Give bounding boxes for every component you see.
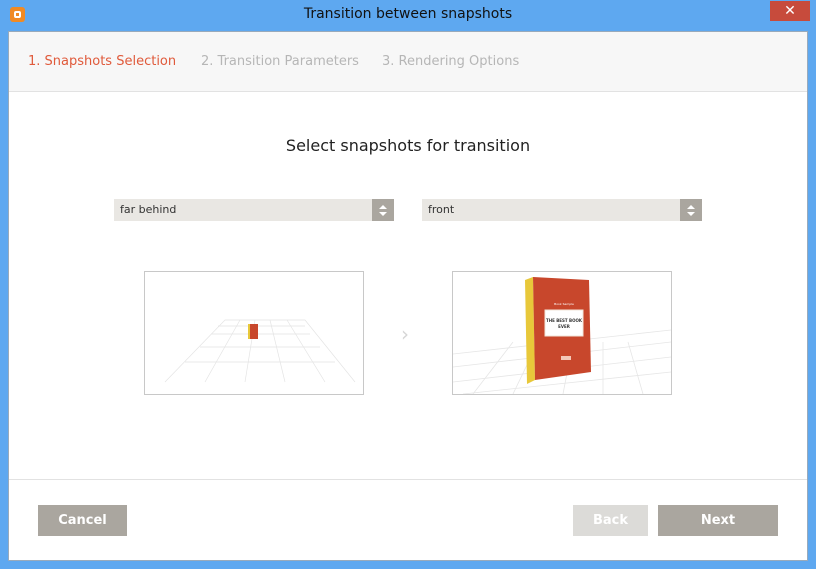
cancel-button[interactable]: Cancel bbox=[38, 505, 127, 536]
title-bar[interactable]: Transition between snapshots ✕ bbox=[0, 0, 816, 31]
step-rendering-options[interactable]: 3. Rendering Options bbox=[382, 54, 519, 69]
back-button[interactable]: Back bbox=[573, 505, 648, 536]
arrow-right-icon: › bbox=[401, 322, 409, 346]
step-transition-parameters[interactable]: 2. Transition Parameters bbox=[201, 54, 359, 69]
from-snapshot-value: far behind bbox=[120, 203, 177, 216]
book-title-line1: THE BEST BOOK bbox=[546, 318, 583, 323]
from-snapshot-preview bbox=[144, 271, 364, 395]
book-title-line2: EVER bbox=[558, 324, 570, 329]
to-snapshot-value: front bbox=[428, 203, 455, 216]
close-button[interactable]: ✕ bbox=[770, 1, 810, 21]
to-snapshot-preview: Book Sample THE BEST BOOK EVER bbox=[452, 271, 672, 395]
select-arrows-icon[interactable] bbox=[372, 199, 394, 221]
wizard-steps: 1. Snapshots Selection 2. Transition Par… bbox=[9, 32, 807, 92]
book-small-text: Book Sample bbox=[554, 302, 574, 306]
to-snapshot-select[interactable]: front bbox=[422, 199, 702, 221]
window-title: Transition between snapshots bbox=[303, 6, 513, 22]
step-snapshots-selection[interactable]: 1. Snapshots Selection bbox=[28, 54, 176, 69]
footer-divider bbox=[9, 479, 807, 480]
next-button[interactable]: Next bbox=[658, 505, 778, 536]
dialog-content: 1. Snapshots Selection 2. Transition Par… bbox=[8, 31, 808, 561]
select-arrows-icon[interactable] bbox=[680, 199, 702, 221]
page-heading: Select snapshots for transition bbox=[285, 136, 531, 155]
dialog-window: Transition between snapshots ✕ 1. Snapsh… bbox=[0, 0, 816, 569]
from-snapshot-select[interactable]: far behind bbox=[114, 199, 394, 221]
